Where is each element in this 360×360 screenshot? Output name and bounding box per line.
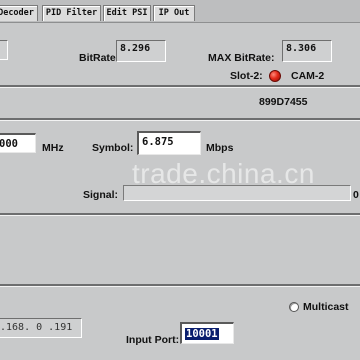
tab-pid-filter[interactable]: PID Filter (42, 5, 101, 21)
tab-strip: Decoder PID Filter Edit PSI IP Out (0, 0, 360, 23)
input-port-label: Input Port: (126, 334, 180, 346)
multicast-radio[interactable] (289, 302, 299, 312)
input-port-value: 10001 (185, 328, 219, 340)
tab-decoder[interactable]: Decoder (0, 5, 38, 21)
signal-value: 0 (353, 189, 359, 201)
bitrate-label: BitRate: (79, 52, 120, 64)
tab-edit-psi[interactable]: Edit PSI (103, 5, 151, 21)
tab-ip-out[interactable]: IP Out (153, 5, 195, 21)
ip-address-field[interactable]: .168. 0 .191 (0, 318, 82, 338)
frequency-unit: MHz (42, 142, 64, 154)
symbol-label: Symbol: (92, 142, 134, 154)
symbol-unit: Mbps (206, 142, 234, 154)
symbol-input[interactable]: 6.875 (137, 131, 201, 155)
status-led-icon (269, 70, 281, 82)
separator-highlight (0, 120, 360, 121)
input-port-input[interactable]: 10001 (180, 322, 234, 344)
slot-label: Slot-2: (230, 70, 263, 82)
separator-highlight (0, 286, 360, 287)
left-edge-box (0, 40, 8, 60)
bitrate-value: 8.296 (116, 40, 166, 62)
separator-highlight (0, 87, 360, 88)
separator-highlight (0, 215, 360, 216)
slot-cam: CAM-2 (291, 70, 325, 82)
multicast-label: Multicast (303, 301, 349, 313)
card-id: 899D7455 (259, 96, 308, 108)
signal-label: Signal: (83, 189, 119, 201)
max-bitrate-value: 8.306 (282, 40, 332, 62)
signal-bar (123, 185, 351, 201)
max-bitrate-label: MAX BitRate: (208, 52, 275, 64)
frequency-input[interactable]: 000 (0, 133, 36, 153)
